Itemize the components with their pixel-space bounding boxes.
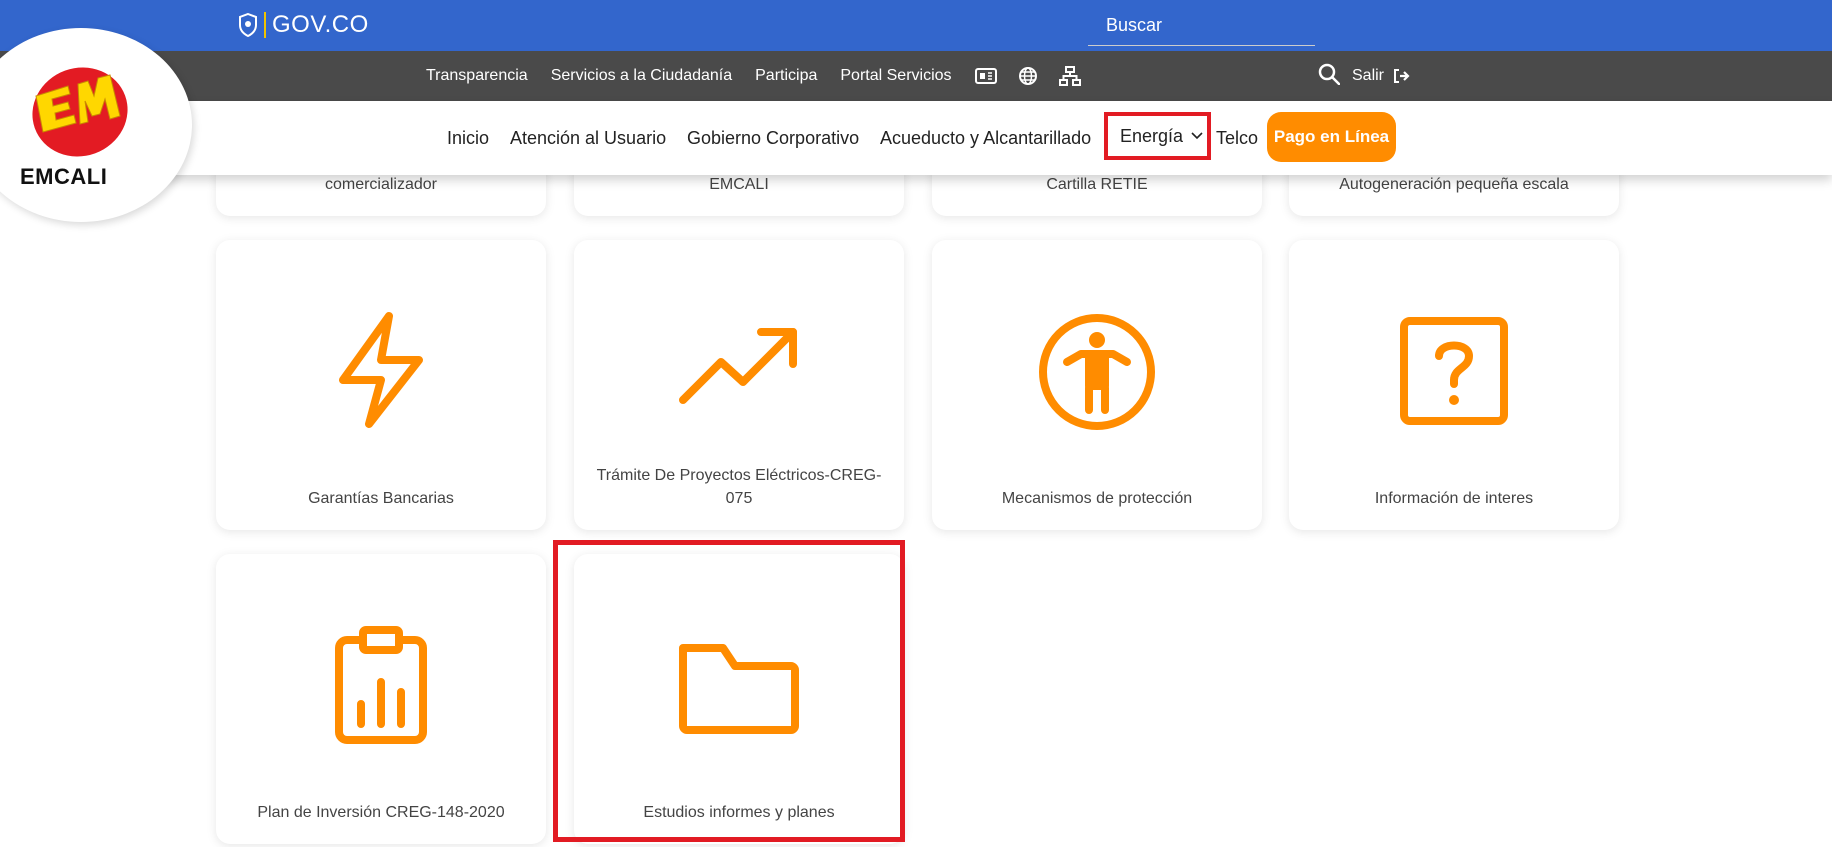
gov-logo-text: GOV.CO [272,11,369,38]
card-label: Información de interes [1374,490,1534,507]
utility-links: Transparencia Servicios a la Ciudadanía … [426,51,1101,101]
gov-logo-separator [264,12,266,38]
emcali-logo-text: EMCALI [20,164,108,189]
card-label: Plan de Inversión CREG-148-2020 [257,804,505,821]
search-field [1088,6,1315,46]
nav-item-energia[interactable]: Energía [1104,112,1211,160]
card-label: Estudios informes y planes [643,804,835,821]
clipboard-chart-icon [335,626,427,744]
card-label: Autogeneración pequeña escala [1339,176,1569,193]
card-estudios-informes[interactable]: Estudios informes y planes [574,554,904,844]
card-label: Garantías Bancarias [308,490,454,507]
folder-icon [679,644,799,734]
search-input[interactable] [1088,6,1315,44]
sitemap-icon[interactable] [1058,65,1081,87]
utility-link-transparencia[interactable]: Transparencia [426,67,528,85]
sign-language-icon[interactable] [974,65,997,87]
card-informacion-interes[interactable]: Información de interes [1289,240,1619,530]
card-label: comercializador [324,176,438,193]
logout-button[interactable]: Salir [1352,51,1410,101]
card-label: Trámite De Proyectos Eléctricos-CREG- 07… [584,464,894,510]
card-label-line1: Trámite De Proyectos Eléctricos-CREG- [596,467,882,484]
card-tramite-proyectos[interactable]: Trámite De Proyectos Eléctricos-CREG- 07… [574,240,904,530]
nav-energia-label: Energía [1120,125,1184,146]
card-label: Mecanismos de protección [1001,490,1193,507]
chevron-down-icon [1191,132,1203,140]
utility-bar: Transparencia Servicios a la Ciudadanía … [0,51,1832,101]
main-navigation: Inicio Atención al Usuario Gobierno Corp… [0,101,1832,175]
card-plan-inversion[interactable]: Plan de Inversión CREG-148-2020 [216,554,546,844]
nav-item-acueducto-alcantarillado[interactable]: Acueducto y Alcantarillado [880,101,1091,175]
utility-link-portal-servicios[interactable]: Portal Servicios [840,67,951,85]
card-label-line2: 075 [725,490,753,507]
card-label: Cartilla RETIE [1046,176,1148,193]
globe-icon[interactable] [1017,65,1039,87]
colombia-shield-icon [239,13,257,37]
nav-item-inicio[interactable]: Inicio [447,101,489,175]
emcali-logo-icon [32,67,128,157]
card-garantias-bancarias[interactable]: Garantías Bancarias [216,240,546,530]
accessibility-icon [1039,314,1155,430]
logout-label: Salir [1352,67,1385,84]
trending-up-icon [679,328,797,404]
search-icon[interactable] [1318,63,1340,85]
question-square-icon [1400,317,1508,425]
sign-out-icon [1394,69,1410,83]
nav-item-atencion-usuario[interactable]: Atención al Usuario [510,101,666,175]
card-mecanismos-proteccion[interactable]: Mecanismos de protección [932,240,1262,530]
utility-link-servicios-ciudadania[interactable]: Servicios a la Ciudadanía [551,67,732,85]
utility-link-participa[interactable]: Participa [755,67,817,85]
gov-co-logo[interactable]: GOV.CO [238,9,369,41]
lightning-icon [339,312,423,428]
nav-item-telco[interactable]: Telco [1216,101,1258,175]
gov-co-bar: GOV.CO [0,0,1832,51]
pago-en-linea-button[interactable]: Pago en Línea [1267,112,1396,162]
nav-item-gobierno-corporativo[interactable]: Gobierno Corporativo [687,101,859,175]
card-label: EMCALI [709,176,769,193]
